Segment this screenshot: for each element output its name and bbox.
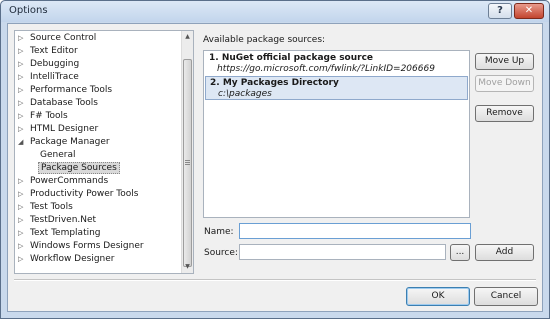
tree-item-text-editor[interactable]: ▷ Text Editor bbox=[18, 45, 80, 58]
source-label: Source: bbox=[204, 248, 238, 258]
tree-item-powercommands[interactable]: ▷ PowerCommands bbox=[18, 175, 110, 188]
expand-icon[interactable]: ▷ bbox=[18, 253, 28, 266]
close-button[interactable]: ✕ bbox=[514, 3, 544, 19]
expand-icon[interactable]: ▷ bbox=[18, 110, 28, 123]
tree-item-workflow-designer[interactable]: ▷ Workflow Designer bbox=[18, 253, 117, 266]
tree-scrollbar[interactable]: ▲ ▼ bbox=[181, 31, 193, 273]
tree-item-intellitrace[interactable]: ▷ IntelliTrace bbox=[18, 71, 81, 84]
name-field[interactable] bbox=[239, 223, 471, 239]
separator bbox=[14, 279, 536, 281]
grip-line bbox=[185, 164, 190, 165]
expand-icon[interactable]: ▷ bbox=[18, 123, 28, 136]
window-title: Options bbox=[9, 5, 48, 16]
list-item[interactable]: 2. My Packages Directory c:\packages bbox=[205, 76, 468, 100]
expand-icon[interactable]: ▷ bbox=[18, 58, 28, 71]
tree-item-text-templating[interactable]: ▷ Text Templating bbox=[18, 227, 103, 240]
source-name: 2. My Packages Directory bbox=[210, 78, 339, 88]
tree-item-html-designer[interactable]: ▷ HTML Designer bbox=[18, 123, 100, 136]
source-field[interactable] bbox=[239, 244, 446, 260]
name-label: Name: bbox=[204, 227, 234, 237]
tree-item-fsharp-tools[interactable]: ▷ F# Tools bbox=[18, 110, 70, 123]
expand-icon[interactable]: ▷ bbox=[18, 97, 28, 110]
tree-item-productivity-power-tools[interactable]: ▷ Productivity Power Tools bbox=[18, 188, 140, 201]
tree-item-test-tools[interactable]: ▷ Test Tools bbox=[18, 201, 75, 214]
source-url: c:\packages bbox=[218, 89, 272, 99]
tree-item-general[interactable]: General bbox=[28, 149, 77, 162]
grip-line bbox=[185, 162, 190, 163]
expand-icon[interactable]: ▷ bbox=[18, 84, 28, 97]
expand-icon[interactable]: ▷ bbox=[18, 188, 28, 201]
expand-icon[interactable]: ▷ bbox=[18, 45, 28, 58]
expand-icon[interactable]: ▷ bbox=[18, 32, 28, 45]
tree-item-database-tools[interactable]: ▷ Database Tools bbox=[18, 97, 100, 110]
add-button[interactable]: Add bbox=[475, 244, 534, 261]
available-sources-label: Available package sources: bbox=[203, 35, 326, 45]
expand-icon[interactable]: ▷ bbox=[18, 240, 28, 253]
scrollbar-thumb[interactable] bbox=[183, 59, 192, 267]
expand-icon[interactable]: ▷ bbox=[18, 175, 28, 188]
help-button[interactable]: ? bbox=[488, 3, 512, 19]
grip-line bbox=[185, 160, 190, 161]
tree-item-package-manager[interactable]: ◢ Package Manager bbox=[18, 136, 112, 149]
expand-icon[interactable]: ▷ bbox=[18, 201, 28, 214]
package-sources-list[interactable]: 1. NuGet official package source https:/… bbox=[203, 50, 470, 218]
move-up-button[interactable]: Move Up bbox=[475, 53, 534, 70]
collapse-icon[interactable]: ◢ bbox=[18, 136, 28, 149]
options-dialog: Options ? ✕ ▷ Source Control ▷ Text Editor… bbox=[0, 0, 550, 319]
expand-icon[interactable]: ▷ bbox=[18, 214, 28, 227]
options-tree: ▷ Source Control ▷ Text Editor ▷ Debugging … bbox=[14, 30, 194, 274]
expand-icon[interactable]: ▷ bbox=[18, 227, 28, 240]
list-item[interactable]: 1. NuGet official package source https:/… bbox=[205, 52, 468, 76]
scroll-down-icon[interactable]: ▼ bbox=[182, 261, 193, 273]
source-url: https://go.microsoft.com/fwlink/?LinkID=… bbox=[217, 64, 435, 74]
tree-item-package-sources[interactable]: Package Sources bbox=[28, 162, 120, 175]
remove-button[interactable]: Remove bbox=[475, 105, 534, 122]
tree-item-source-control[interactable]: ▷ Source Control bbox=[18, 32, 98, 45]
tree-item-windows-forms-designer[interactable]: ▷ Windows Forms Designer bbox=[18, 240, 146, 253]
scroll-up-icon[interactable]: ▲ bbox=[182, 31, 193, 43]
tree-item-debugging[interactable]: ▷ Debugging bbox=[18, 58, 81, 71]
move-down-button[interactable]: Move Down bbox=[475, 75, 534, 92]
tree-item-performance-tools[interactable]: ▷ Performance Tools bbox=[18, 84, 114, 97]
dialog-body: ▷ Source Control ▷ Text Editor ▷ Debugging … bbox=[7, 23, 543, 312]
cancel-button[interactable]: Cancel bbox=[474, 287, 538, 306]
source-name: 1. NuGet official package source bbox=[209, 53, 374, 63]
title-bar: Options ? ✕ bbox=[1, 1, 549, 22]
tree-item-testdriven-net[interactable]: ▷ TestDriven.Net bbox=[18, 214, 98, 227]
expand-icon[interactable]: ▷ bbox=[18, 71, 28, 84]
browse-button[interactable]: ... bbox=[450, 244, 470, 261]
ok-button[interactable]: OK bbox=[406, 287, 470, 306]
